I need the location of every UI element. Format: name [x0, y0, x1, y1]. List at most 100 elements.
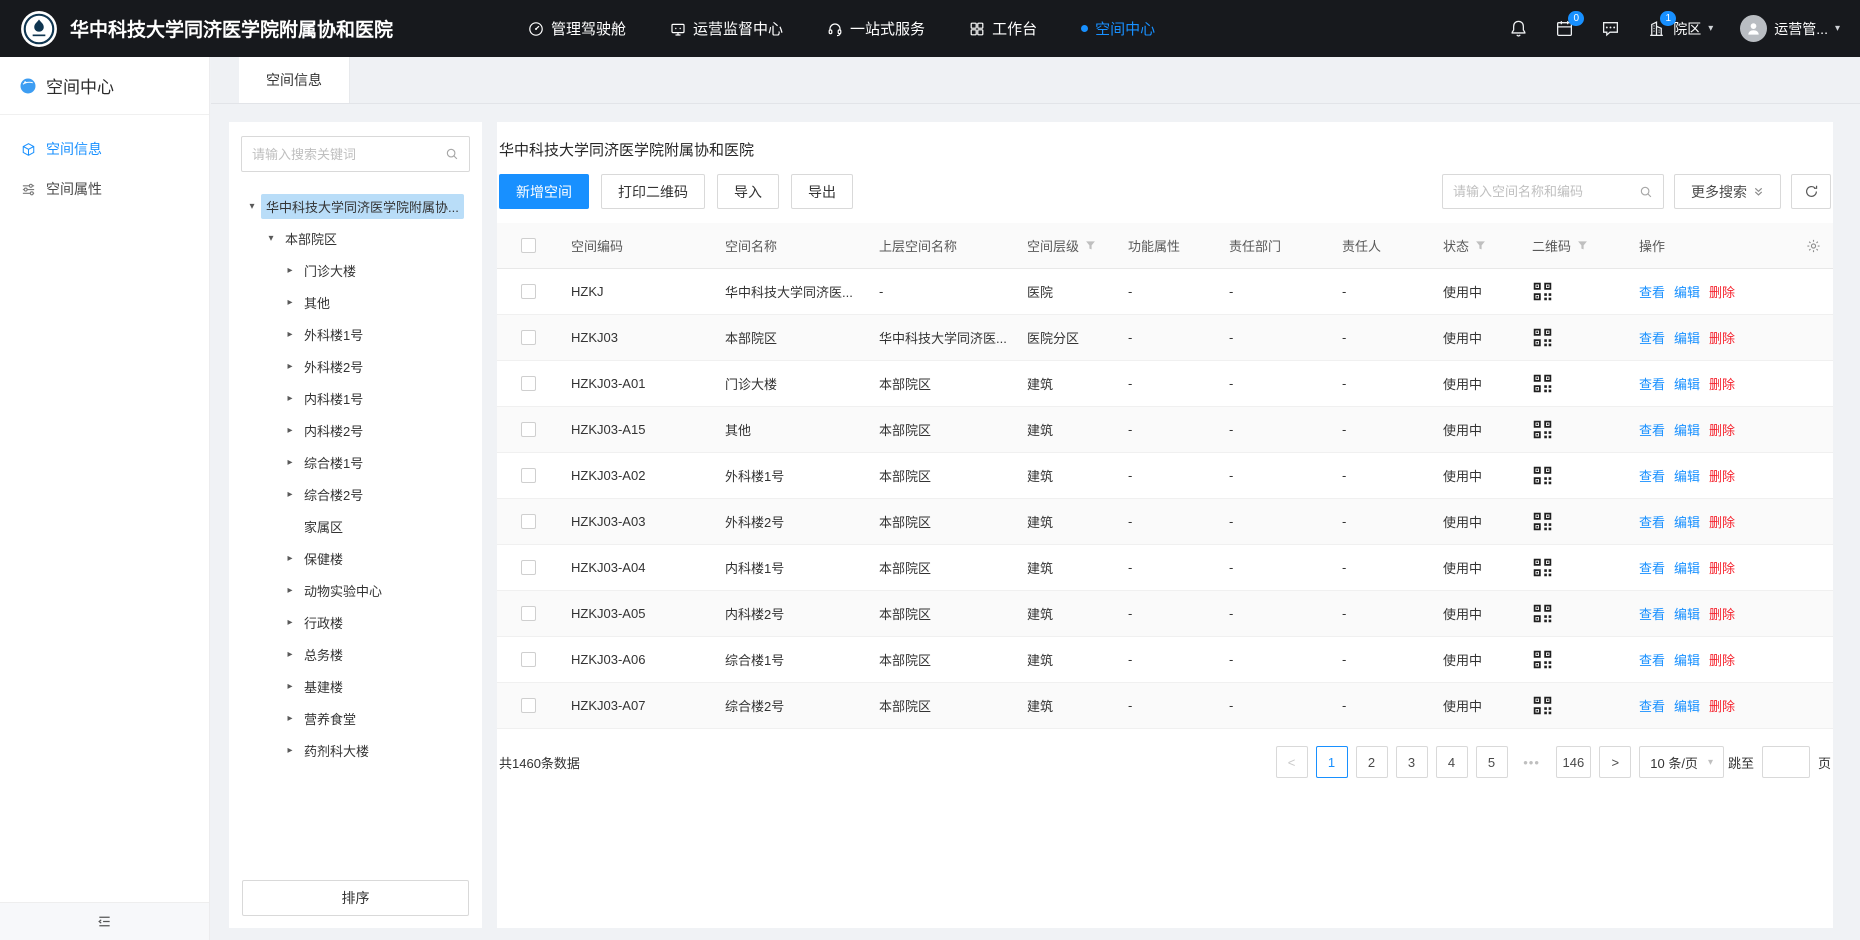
tree-expand-icon[interactable]: ▸ [281, 713, 299, 724]
row-checkbox[interactable] [521, 652, 536, 667]
table-settings-icon[interactable] [1806, 238, 1821, 253]
row-checkbox[interactable] [521, 468, 536, 483]
row-checkbox[interactable] [521, 514, 536, 529]
import-button[interactable]: 导入 [717, 174, 779, 209]
row-checkbox[interactable] [521, 376, 536, 391]
tree-node[interactable]: ▸综合楼1号 [235, 446, 476, 478]
tree-node-label[interactable]: 总务楼 [299, 642, 348, 667]
sidebar-item[interactable]: 空间属性 [0, 169, 209, 209]
next-page-button[interactable]: > [1599, 746, 1631, 778]
tree-node[interactable]: ▸保健楼 [235, 542, 476, 574]
sidebar-item[interactable]: 空间信息 [0, 129, 209, 169]
tree-node[interactable]: ▸内科楼1号 [235, 382, 476, 414]
page-button[interactable]: 3 [1396, 746, 1428, 778]
tree-node-label[interactable]: 保健楼 [299, 546, 348, 571]
nav-item[interactable]: 一站式服务 [827, 18, 925, 39]
view-link[interactable]: 查看 [1639, 558, 1665, 577]
qr-code-icon[interactable] [1532, 695, 1553, 716]
tree-expand-icon[interactable]: ▸ [281, 361, 299, 372]
tree-expand-icon[interactable]: ▸ [281, 585, 299, 596]
nav-item[interactable]: 工作台 [969, 18, 1037, 39]
page-button[interactable]: 4 [1436, 746, 1468, 778]
tree-node[interactable]: ▸药剂科大楼 [235, 734, 476, 766]
tree-node[interactable]: ▸基建楼 [235, 670, 476, 702]
qr-code-icon[interactable] [1532, 419, 1553, 440]
view-link[interactable]: 查看 [1639, 466, 1665, 485]
tree-node-label[interactable]: 营养食堂 [299, 706, 361, 731]
nav-item[interactable]: 运营监督中心 [670, 18, 783, 39]
page-button[interactable]: 2 [1356, 746, 1388, 778]
tree-node-label[interactable]: 门诊大楼 [299, 258, 361, 283]
tree-expand-icon[interactable]: ▸ [281, 457, 299, 468]
notification-bell-icon[interactable] [1509, 19, 1528, 38]
calendar-icon[interactable]: 0 [1555, 19, 1574, 38]
filter-icon[interactable] [1577, 240, 1588, 251]
edit-link[interactable]: 编辑 [1674, 650, 1700, 669]
sort-button[interactable]: 排序 [242, 880, 469, 916]
tree-node[interactable]: ▸内科楼2号 [235, 414, 476, 446]
edit-link[interactable]: 编辑 [1674, 558, 1700, 577]
user-menu[interactable]: 运营管... ▾ [1740, 15, 1840, 42]
tree-expand-icon[interactable]: ▸ [281, 265, 299, 276]
tree-node-label[interactable]: 本部院区 [280, 226, 342, 251]
row-checkbox[interactable] [521, 284, 536, 299]
delete-link[interactable]: 删除 [1709, 420, 1735, 439]
row-checkbox[interactable] [521, 560, 536, 575]
edit-link[interactable]: 编辑 [1674, 328, 1700, 347]
tree-node[interactable]: ▸动物实验中心 [235, 574, 476, 606]
tree-expand-icon[interactable]: ▸ [281, 425, 299, 436]
row-checkbox[interactable] [521, 698, 536, 713]
menu-fold-icon[interactable] [97, 914, 112, 929]
tree-node[interactable]: 家属区 [235, 510, 476, 542]
view-link[interactable]: 查看 [1639, 420, 1665, 439]
refresh-button[interactable] [1791, 174, 1831, 209]
edit-link[interactable]: 编辑 [1674, 696, 1700, 715]
tree-node[interactable]: ▸行政楼 [235, 606, 476, 638]
tree-node-label[interactable]: 家属区 [299, 514, 348, 539]
tree-node-label[interactable]: 药剂科大楼 [299, 738, 374, 763]
qr-code-icon[interactable] [1532, 281, 1553, 302]
edit-link[interactable]: 编辑 [1674, 282, 1700, 301]
qr-code-icon[interactable] [1532, 557, 1553, 578]
tree-collapse-icon[interactable]: ▾ [243, 201, 261, 212]
tree-node-label[interactable]: 内科楼2号 [299, 418, 368, 443]
delete-link[interactable]: 删除 [1709, 282, 1735, 301]
tree-node-label[interactable]: 内科楼1号 [299, 386, 368, 411]
view-link[interactable]: 查看 [1639, 328, 1665, 347]
tree-expand-icon[interactable]: ▸ [281, 553, 299, 564]
delete-link[interactable]: 删除 [1709, 374, 1735, 393]
edit-link[interactable]: 编辑 [1674, 466, 1700, 485]
tree-expand-icon[interactable]: ▸ [281, 617, 299, 628]
tree-node-label[interactable]: 其他 [299, 290, 335, 315]
tree-node-label[interactable]: 综合楼1号 [299, 450, 368, 475]
tree-node[interactable]: ▸门诊大楼 [235, 254, 476, 286]
view-link[interactable]: 查看 [1639, 282, 1665, 301]
filter-icon[interactable] [1085, 240, 1096, 251]
delete-link[interactable]: 删除 [1709, 696, 1735, 715]
tree-expand-icon[interactable]: ▸ [281, 649, 299, 660]
tree-collapse-icon[interactable]: ▾ [262, 233, 280, 244]
tree-node-label[interactable]: 动物实验中心 [299, 578, 387, 603]
nav-item[interactable]: 管理驾驶舱 [528, 18, 626, 39]
tree-expand-icon[interactable]: ▸ [281, 745, 299, 756]
delete-link[interactable]: 删除 [1709, 466, 1735, 485]
space-search-input[interactable] [1453, 184, 1633, 199]
tree-node-label[interactable]: 外科楼2号 [299, 354, 368, 379]
tree-node-label[interactable]: 华中科技大学同济医学院附属协... [261, 194, 464, 219]
nav-item[interactable]: 空间中心 [1081, 18, 1155, 39]
tree-node[interactable]: ▸外科楼2号 [235, 350, 476, 382]
tree-node[interactable]: ▸总务楼 [235, 638, 476, 670]
row-checkbox[interactable] [521, 606, 536, 621]
tree-node-label[interactable]: 基建楼 [299, 674, 348, 699]
tree-expand-icon[interactable]: ▸ [281, 681, 299, 692]
tree-node[interactable]: ▸营养食堂 [235, 702, 476, 734]
sidebar-collapse-bar[interactable] [0, 902, 209, 940]
tree-node[interactable]: ▸综合楼2号 [235, 478, 476, 510]
edit-link[interactable]: 编辑 [1674, 420, 1700, 439]
jump-page-input[interactable] [1762, 746, 1810, 778]
tab-space-info[interactable]: 空间信息 [239, 57, 350, 103]
message-icon[interactable] [1601, 19, 1620, 38]
print-qrcode-button[interactable]: 打印二维码 [601, 174, 705, 209]
view-link[interactable]: 查看 [1639, 374, 1665, 393]
search-icon[interactable] [445, 147, 459, 161]
